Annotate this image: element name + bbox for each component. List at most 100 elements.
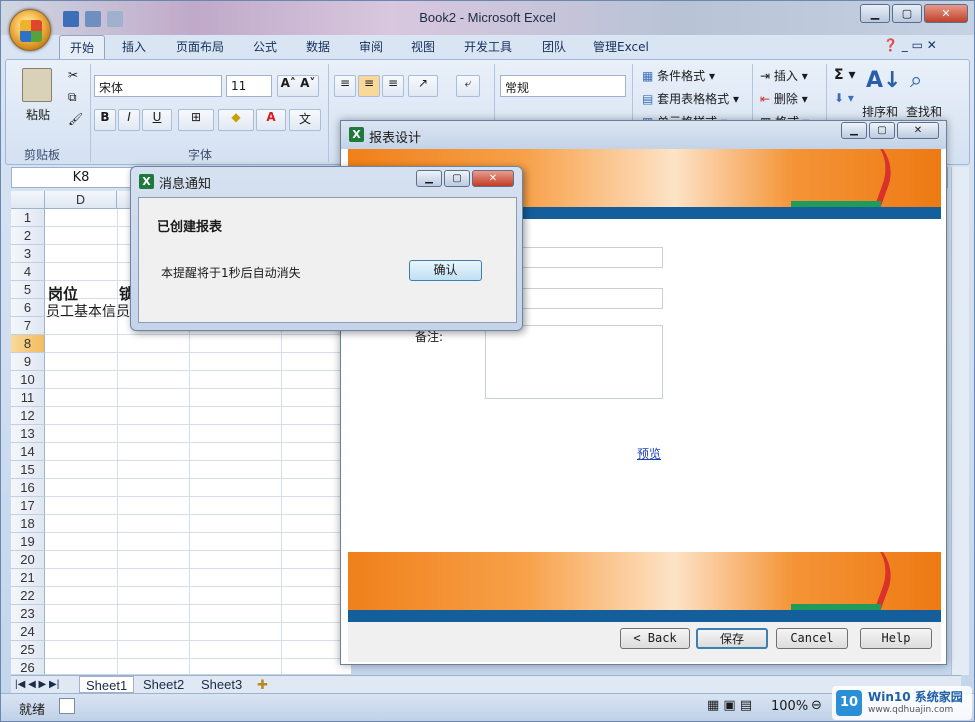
fill-color-button[interactable]: ◆: [218, 109, 254, 131]
row-header[interactable]: 21: [11, 569, 45, 587]
number-format-combo[interactable]: 常规: [500, 75, 626, 97]
sheet-nav-icon[interactable]: |◀ ◀ ▶ ▶|: [15, 676, 59, 693]
row-header[interactable]: 1: [11, 209, 45, 227]
report-close-button[interactable]: ✕: [897, 122, 939, 139]
row-header[interactable]: 5: [11, 281, 45, 299]
table-style-button[interactable]: ▤ 套用表格格式 ▾: [642, 90, 739, 107]
message-minimize-button[interactable]: ▁: [416, 170, 442, 187]
remark-textarea[interactable]: [485, 325, 663, 399]
back-button[interactable]: < Back: [620, 628, 690, 649]
orientation-button[interactable]: ↗: [408, 75, 438, 97]
phonetic-button[interactable]: 文: [289, 109, 321, 131]
select-all-corner[interactable]: [11, 191, 45, 209]
insert-sheet-icon[interactable]: ✚: [257, 676, 268, 693]
row-header[interactable]: 13: [11, 425, 45, 443]
find-icon[interactable]: ⌕: [910, 68, 922, 93]
row-header[interactable]: 25: [11, 641, 45, 659]
row-header[interactable]: 8: [11, 335, 45, 353]
tab-home[interactable]: 开始: [59, 35, 106, 59]
vertical-scrollbar[interactable]: [951, 167, 969, 675]
sort-filter-label[interactable]: 排序和: [862, 103, 898, 120]
border-button[interactable]: ⊞: [178, 109, 214, 131]
insert-cells-button[interactable]: ⇥ 插入 ▾: [760, 67, 808, 84]
help-button[interactable]: Help: [860, 628, 932, 649]
row-header[interactable]: 14: [11, 443, 45, 461]
tab-review[interactable]: 审阅: [359, 38, 383, 55]
wrap-text-button[interactable]: ⤶: [456, 75, 480, 97]
find-select-label[interactable]: 查找和: [906, 103, 942, 120]
tab-formulas[interactable]: 公式: [253, 38, 277, 55]
align-middle-button[interactable]: ≡: [358, 75, 380, 97]
column-header-d[interactable]: D: [45, 191, 117, 209]
office-button[interactable]: [9, 9, 51, 51]
row-header[interactable]: 12: [11, 407, 45, 425]
font-color-button[interactable]: A: [256, 109, 286, 131]
message-maximize-button[interactable]: ▢: [444, 170, 470, 187]
bold-button[interactable]: B: [94, 109, 116, 131]
preview-link[interactable]: 预览: [637, 445, 661, 462]
row-header[interactable]: 17: [11, 497, 45, 515]
sheet-tab-2[interactable]: Sheet2: [139, 676, 188, 693]
row-header[interactable]: 24: [11, 623, 45, 641]
ok-button[interactable]: 确认: [409, 260, 482, 281]
fill-icon[interactable]: ⬇ ▾: [834, 91, 854, 105]
font-name-combo[interactable]: 宋体: [94, 75, 222, 97]
maximize-button[interactable]: ▢: [892, 4, 922, 23]
align-bottom-button[interactable]: ≡: [382, 75, 404, 97]
row-header[interactable]: 2: [11, 227, 45, 245]
font-grow-shrink-button[interactable]: A˄ A˅: [277, 75, 319, 97]
row-header[interactable]: 16: [11, 479, 45, 497]
zoom-level[interactable]: 100%: [771, 699, 808, 714]
save-button[interactable]: 保存: [696, 628, 768, 649]
close-button[interactable]: ✕: [924, 4, 968, 23]
help-icon[interactable]: ❓ _ ▭ ✕: [883, 38, 937, 52]
minimize-button[interactable]: ▁: [860, 4, 890, 23]
tab-page-layout[interactable]: 页面布局: [176, 38, 224, 55]
sort-icon[interactable]: A↓: [866, 68, 901, 93]
report-minimize-button[interactable]: ▁: [841, 122, 867, 139]
banner-blue-stripe: [348, 610, 941, 622]
macro-record-icon[interactable]: [59, 698, 75, 714]
report-maximize-button[interactable]: ▢: [869, 122, 895, 139]
autosum-icon[interactable]: Σ ▾: [834, 67, 855, 83]
row-header[interactable]: 15: [11, 461, 45, 479]
sheet-tab-3[interactable]: Sheet3: [197, 676, 246, 693]
tab-developer[interactable]: 开发工具: [464, 38, 512, 55]
tab-team[interactable]: 团队: [542, 38, 566, 55]
row-header[interactable]: 9: [11, 353, 45, 371]
zoom-out-icon[interactable]: ⊖: [811, 698, 822, 713]
row-header[interactable]: 26: [11, 659, 45, 674]
row-header[interactable]: 4: [11, 263, 45, 281]
row-header[interactable]: 10: [11, 371, 45, 389]
row-header[interactable]: 7: [11, 317, 45, 335]
cancel-button[interactable]: Cancel: [776, 628, 848, 649]
paste-label[interactable]: 粘贴: [26, 106, 50, 123]
excel-app-icon: X: [139, 174, 154, 189]
row-header[interactable]: 11: [11, 389, 45, 407]
tab-data[interactable]: 数据: [306, 38, 330, 55]
row-header[interactable]: 22: [11, 587, 45, 605]
align-top-button[interactable]: ≡: [334, 75, 356, 97]
tab-insert[interactable]: 插入: [122, 38, 146, 55]
row-header[interactable]: 18: [11, 515, 45, 533]
copy-icon[interactable]: ⧉: [68, 90, 77, 105]
cut-icon[interactable]: ✂: [68, 68, 78, 82]
tab-view[interactable]: 视图: [411, 38, 435, 55]
italic-button[interactable]: I: [118, 109, 140, 131]
conditional-format-button[interactable]: ▦ 条件格式 ▾: [642, 67, 715, 84]
format-painter-icon[interactable]: 🖌: [68, 112, 83, 126]
sheet-tab-1[interactable]: Sheet1: [79, 676, 135, 693]
row-header[interactable]: 20: [11, 551, 45, 569]
paste-icon[interactable]: [22, 68, 52, 102]
message-close-button[interactable]: ✕: [472, 170, 514, 187]
delete-cells-button[interactable]: ⇤ 删除 ▾: [760, 90, 808, 107]
row-header[interactable]: 23: [11, 605, 45, 623]
tab-manage-excel[interactable]: 管理Excel: [593, 38, 649, 55]
row-header[interactable]: 19: [11, 533, 45, 551]
underline-button[interactable]: U: [142, 109, 172, 131]
cell-d6[interactable]: 员工基本信员: [46, 301, 130, 321]
view-buttons-icon[interactable]: ▦ ▣ ▤: [707, 698, 752, 713]
row-header[interactable]: 6: [11, 299, 45, 317]
row-header[interactable]: 3: [11, 245, 45, 263]
font-size-combo[interactable]: 11: [226, 75, 272, 97]
